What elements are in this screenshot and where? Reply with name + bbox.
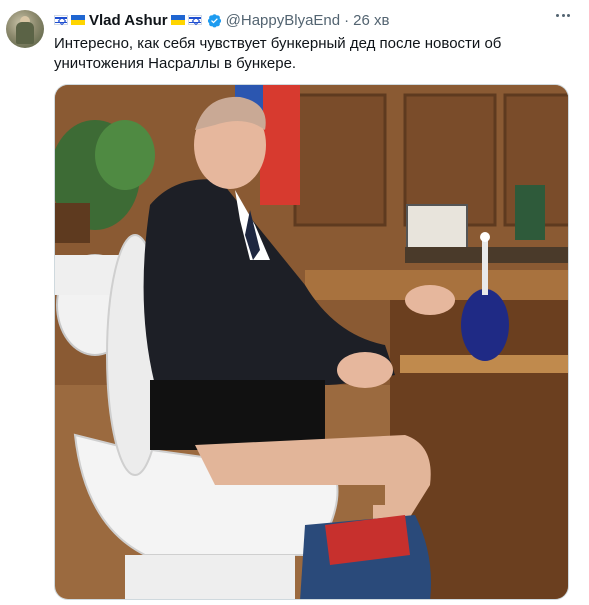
photo-illustration xyxy=(55,85,568,599)
tweet-header: Vlad Ashur @HappyBlyaEnd · 26 хв xyxy=(54,10,389,30)
more-dots-icon[interactable] xyxy=(556,14,570,20)
tweet-photo[interactable] xyxy=(54,84,569,600)
author-display-name[interactable]: Vlad Ashur xyxy=(89,12,168,29)
ukraine-flag-icon xyxy=(170,15,185,25)
author-handle[interactable]: @HappyBlyaEnd xyxy=(226,12,340,29)
author-avatar[interactable] xyxy=(6,10,44,48)
separator-dot: · xyxy=(344,11,350,29)
tweet-timestamp[interactable]: 26 хв xyxy=(353,12,389,29)
ukraine-flag-icon xyxy=(71,15,85,25)
israel-flag-icon xyxy=(54,15,68,26)
israel-flag-icon xyxy=(187,15,202,26)
tweet-text: Интересно, как себя чувствует бункерный … xyxy=(54,35,502,72)
tweet: Vlad Ashur @HappyBlyaEnd · 26 хв Интерес… xyxy=(0,0,589,605)
verified-badge-icon xyxy=(207,13,221,27)
